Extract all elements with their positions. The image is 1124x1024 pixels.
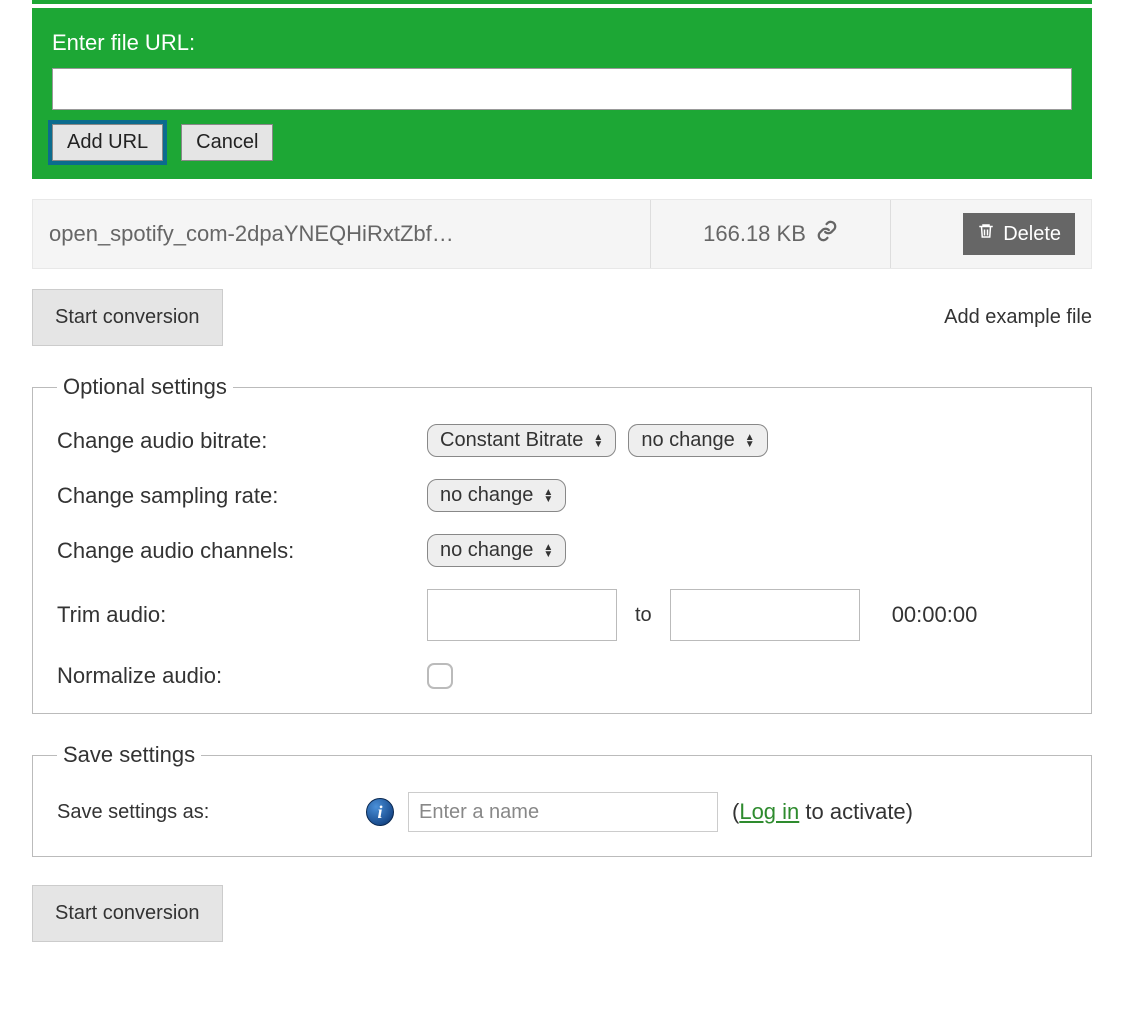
file-name: open_spotify_com-2dpaYNEQHiRxtZbf…	[33, 200, 651, 268]
trim-to-text: to	[635, 604, 652, 627]
sampling-value-text: no change	[440, 484, 533, 507]
start-conversion-button-top[interactable]: Start conversion	[32, 289, 223, 346]
add-example-file-link[interactable]: Add example file	[944, 306, 1092, 329]
select-arrows-icon: ▲▼	[745, 434, 755, 448]
file-size-text: 166.18 KB	[703, 221, 806, 247]
sampling-label: Change sampling rate:	[57, 483, 427, 509]
bitrate-label: Change audio bitrate:	[57, 428, 427, 454]
trash-icon	[977, 221, 995, 247]
trim-end-input[interactable]	[670, 589, 860, 641]
url-input[interactable]	[52, 68, 1072, 110]
cancel-button[interactable]: Cancel	[181, 124, 273, 161]
sampling-select[interactable]: no change ▲▼	[427, 479, 566, 512]
bitrate-mode-select[interactable]: Constant Bitrate ▲▼	[427, 424, 616, 457]
delete-button[interactable]: Delete	[963, 213, 1075, 255]
bitrate-value-select[interactable]: no change ▲▼	[628, 424, 767, 457]
optional-settings-fieldset: Optional settings Change audio bitrate: …	[32, 374, 1092, 714]
select-arrows-icon: ▲▼	[543, 544, 553, 558]
bitrate-value-text: no change	[641, 429, 734, 452]
bitrate-mode-value: Constant Bitrate	[440, 429, 583, 452]
activate-text: to activate)	[799, 799, 913, 824]
file-row: open_spotify_com-2dpaYNEQHiRxtZbf… 166.1…	[32, 199, 1092, 269]
normalize-checkbox[interactable]	[427, 663, 453, 689]
normalize-label: Normalize audio:	[57, 663, 427, 689]
info-icon[interactable]: i	[366, 798, 394, 826]
trim-start-input[interactable]	[427, 589, 617, 641]
start-conversion-button-bottom[interactable]: Start conversion	[32, 885, 223, 942]
select-arrows-icon: ▲▼	[593, 434, 603, 448]
save-settings-label: Save settings as:	[57, 801, 209, 824]
delete-button-label: Delete	[1003, 223, 1061, 246]
channels-select[interactable]: no change ▲▼	[427, 534, 566, 567]
save-settings-fieldset: Save settings Save settings as: i (Log i…	[32, 742, 1092, 857]
file-size-cell: 166.18 KB	[651, 200, 891, 268]
save-name-input[interactable]	[408, 792, 718, 832]
channels-value-text: no change	[440, 539, 533, 562]
select-arrows-icon: ▲▼	[543, 489, 553, 503]
login-link[interactable]: Log in	[739, 799, 799, 824]
trim-label: Trim audio:	[57, 602, 427, 628]
channels-label: Change audio channels:	[57, 538, 427, 564]
url-input-label: Enter file URL:	[52, 30, 1072, 56]
add-url-button[interactable]: Add URL	[52, 124, 163, 161]
trim-duration: 00:00:00	[892, 602, 978, 628]
save-settings-legend: Save settings	[57, 742, 201, 768]
url-input-panel: Enter file URL: Add URL Cancel	[32, 8, 1092, 179]
top-accent-bar	[32, 0, 1092, 4]
login-hint: (Log in to activate)	[732, 799, 913, 825]
link-icon	[816, 220, 838, 248]
optional-settings-legend: Optional settings	[57, 374, 233, 400]
